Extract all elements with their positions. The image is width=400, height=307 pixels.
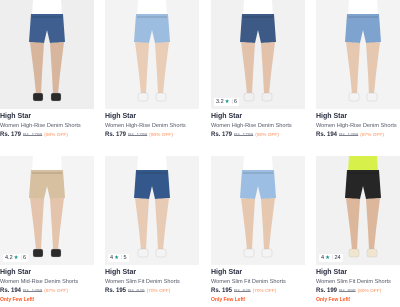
product-image[interactable] <box>0 0 94 109</box>
discount-label: (90% OFF) <box>44 133 68 138</box>
product-card[interactable]: 3.2★ |6 High Star Women High-Rise Denim S… <box>211 0 305 150</box>
product-price-row: Rs. 194 Rs. 1499 (87% OFF) <box>316 132 384 138</box>
discount-label: (70% OFF) <box>146 289 171 294</box>
product-brand: High Star <box>316 269 348 276</box>
rating-count: 24 <box>334 255 341 261</box>
rating-count: 6 <box>234 99 238 105</box>
rating-badge: 4★ |24 <box>319 254 343 262</box>
product-card[interactable]: 4.2★ |6 High Star Women Mid-Rise Denim Sh… <box>0 156 94 306</box>
current-price: Rs. 199 <box>316 288 338 294</box>
discount-label: (90% OFF) <box>255 133 279 138</box>
product-card[interactable]: High Star Women High-Rise Denim Shorts R… <box>316 0 400 150</box>
rating-value: 3.2 <box>216 99 224 105</box>
star-icon: ★ <box>13 255 19 261</box>
product-brand: High Star <box>0 113 32 120</box>
product-price-row: Rs. 195 Rs. 649 (70% OFF) <box>211 288 276 294</box>
product-title: Women Slim Fit Denim Shorts <box>316 279 391 285</box>
product-photo <box>316 156 400 265</box>
product-title: Women High-Rise Denim Shorts <box>0 123 81 129</box>
product-image[interactable]: 4.2★ |6 <box>0 156 94 265</box>
product-photo <box>105 0 199 109</box>
product-brand: High Star <box>105 269 137 276</box>
product-image[interactable] <box>105 0 199 109</box>
star-icon: ★ <box>114 255 119 261</box>
product-grid: High Star Women High-Rise Denim Shorts R… <box>0 0 400 307</box>
current-price: Rs. 179 <box>105 132 127 138</box>
product-price-row: Rs. 179 Rs. 1799 (90% OFF) <box>0 132 68 138</box>
product-price-row: Rs. 194 Rs. 1499 (87% OFF) <box>0 288 68 294</box>
product-price-row: Rs. 179 Rs. 1799 (90% OFF) <box>105 132 173 138</box>
stock-warning: Only Few Left! <box>211 297 246 303</box>
product-card[interactable]: 4★ |5 High Star Women Slim Fit Denim Shor… <box>105 156 199 306</box>
product-title: Women High-Rise Denim Shorts <box>105 123 186 129</box>
rating-badge: 4★ |5 <box>108 254 129 262</box>
rating-count: 6 <box>23 255 27 261</box>
original-price: Rs. 1499 <box>339 133 359 138</box>
product-image[interactable]: 4★ |5 <box>105 156 199 265</box>
product-brand: High Star <box>316 113 348 120</box>
original-price: Rs. 1499 <box>23 289 43 294</box>
rating-value: 4 <box>110 255 114 261</box>
product-title: Women Mid-Rise Denim Shorts <box>0 279 79 285</box>
product-title: Women Slim Fit Denim Shorts <box>211 279 286 285</box>
current-price: Rs. 195 <box>105 288 127 294</box>
original-price: Rs. 649 <box>234 289 251 294</box>
product-brand: High Star <box>211 113 243 120</box>
product-card[interactable]: High Star Women High-Rise Denim Shorts R… <box>105 0 199 150</box>
product-brand: High Star <box>211 269 243 276</box>
product-title: Women High-Rise Denim Shorts <box>211 123 292 129</box>
product-price-row: Rs. 195 Rs. 649 (70% OFF) <box>105 288 170 294</box>
product-image[interactable] <box>316 0 400 109</box>
product-photo <box>211 156 305 265</box>
current-price: Rs. 179 <box>211 132 233 138</box>
discount-label: (90% OFF) <box>149 133 173 138</box>
product-brand: High Star <box>0 269 32 276</box>
discount-label: (87% OFF) <box>360 133 384 138</box>
product-photo <box>0 0 94 109</box>
product-image[interactable]: 4★ |24 <box>316 156 400 265</box>
current-price: Rs. 179 <box>0 132 22 138</box>
product-photo <box>211 0 305 109</box>
current-price: Rs. 194 <box>0 288 22 294</box>
product-title: Women High-Rise Denim Shorts <box>316 123 397 129</box>
product-photo <box>316 0 400 109</box>
product-card[interactable]: High Star Women High-Rise Denim Shorts R… <box>0 0 94 150</box>
product-price-row: Rs. 199 Rs. 999 (80% OFF) <box>316 288 381 294</box>
product-title: Women Slim Fit Denim Shorts <box>105 279 180 285</box>
stock-warning: Only Few Left! <box>316 297 351 303</box>
product-card[interactable]: 4★ |24 High Star Women Slim Fit Denim Sho… <box>316 156 400 306</box>
original-price: Rs. 1799 <box>234 133 254 138</box>
product-image[interactable]: 3.2★ |6 <box>211 0 305 109</box>
rating-count: 5 <box>123 255 127 261</box>
discount-label: (70% OFF) <box>252 289 277 294</box>
discount-label: (80% OFF) <box>357 289 382 294</box>
product-card[interactable]: High Star Women Slim Fit Denim Shorts Rs… <box>211 156 305 306</box>
original-price: Rs. 1799 <box>23 133 43 138</box>
original-price: Rs. 999 <box>339 289 356 294</box>
product-photo <box>0 156 94 265</box>
discount-label: (87% OFF) <box>44 289 68 294</box>
original-price: Rs. 1799 <box>128 133 148 138</box>
product-photo <box>105 156 199 265</box>
star-icon: ★ <box>224 99 230 105</box>
stock-warning: Only Few Left! <box>0 297 35 303</box>
star-icon: ★ <box>325 255 330 261</box>
product-brand: High Star <box>105 113 137 120</box>
rating-badge: 4.2★ |6 <box>3 254 29 262</box>
original-price: Rs. 649 <box>128 289 145 294</box>
current-price: Rs. 195 <box>211 288 233 294</box>
product-price-row: Rs. 179 Rs. 1799 (90% OFF) <box>211 132 279 138</box>
current-price: Rs. 194 <box>316 132 338 138</box>
product-image[interactable] <box>211 156 305 265</box>
rating-value: 4.2 <box>5 255 13 261</box>
rating-value: 4 <box>321 255 325 261</box>
rating-badge: 3.2★ |6 <box>214 98 240 106</box>
